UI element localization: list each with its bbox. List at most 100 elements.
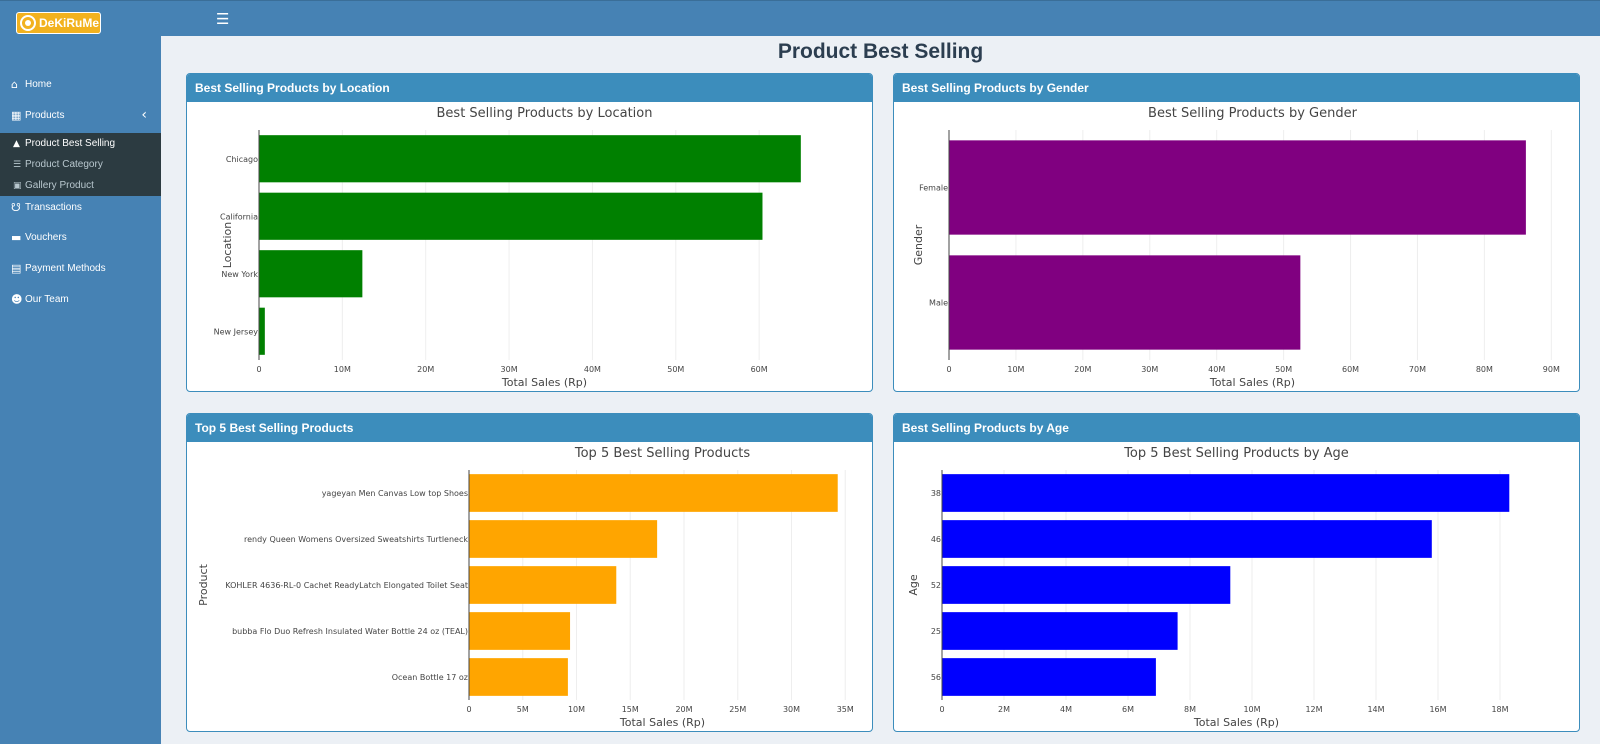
x-tick-label: 50M (1275, 365, 1292, 374)
x-tick-label: 10M (334, 365, 351, 374)
x-tick-label: 10M (1007, 365, 1024, 374)
x-tick-label: 40M (584, 365, 601, 374)
page-title: Product Best Selling (777, 40, 984, 63)
bar[interactable] (942, 520, 1432, 558)
sidebar-item-payment-methods[interactable]: ▤ Payment Methods (0, 254, 161, 282)
chevron-left-icon: ‹ (141, 107, 147, 123)
bar[interactable] (942, 474, 1510, 512)
y-tick-label: Male (929, 299, 948, 308)
x-axis-title: Total Sales (Rp) (619, 716, 705, 729)
x-tick-label: 18M (1491, 705, 1508, 714)
chart-title: Top 5 Best Selling Products (574, 446, 750, 461)
logo-text: DeKiRuMe (39, 16, 100, 30)
y-tick-label: yageyan Men Canvas Low top Shoes (322, 489, 468, 498)
sidebar-item-label: Vouchers (25, 231, 67, 243)
x-tick-label: 70M (1409, 365, 1426, 374)
x-tick-label: 4M (1060, 705, 1072, 714)
panel-location: Best Selling Products by Location Best S… (186, 73, 873, 392)
sidebar-item-vouchers[interactable]: ▬ Vouchers (0, 223, 161, 251)
submenu-item-label: Product Best Selling (25, 138, 116, 149)
bar[interactable] (259, 250, 363, 298)
sidebar-item-label: Transactions (25, 201, 82, 213)
top-navbar: DeKiRuMe ☰ (0, 0, 1600, 36)
x-tick-label: 90M (1543, 365, 1560, 374)
sidebar-item-label: Our Team (25, 293, 69, 305)
thumbs-up-icon: ▲ (13, 138, 20, 149)
bar[interactable] (259, 192, 763, 240)
ticket-icon: ▬ (11, 230, 22, 244)
bar[interactable] (469, 612, 571, 650)
bar[interactable] (259, 135, 801, 183)
y-tick-label: rendy Queen Womens Oversized Sweatshirts… (244, 535, 468, 544)
panel-header: Best Selling Products by Age (894, 414, 1579, 442)
x-tick-label: 12M (1305, 705, 1322, 714)
hamburger-icon[interactable]: ☰ (216, 10, 229, 28)
y-tick-label: KOHLER 4636-RL-0 Cachet ReadyLatch Elong… (225, 581, 468, 590)
users-icon: ☻ (11, 292, 23, 306)
list-icon: ☰ (13, 159, 22, 170)
x-tick-label: 60M (751, 365, 768, 374)
chart-title: Best Selling Products by Gender (1148, 106, 1358, 121)
y-tick-label: bubba Flo Duo Refresh Insulated Water Bo… (232, 627, 468, 636)
panel-top5-products: Top 5 Best Selling Products Top 5 Best S… (186, 413, 873, 732)
chart-top5-products[interactable]: Top 5 Best Selling Products 0 5M 10M 15M 20M 2… (187, 442, 872, 731)
x-tick-label: 15M (622, 705, 639, 714)
y-tick-label: 56 (931, 673, 941, 682)
sidebar-item-transactions[interactable]: ☋ Transactions (0, 193, 161, 221)
x-tick-label: 80M (1476, 365, 1493, 374)
home-icon: ⌂ (11, 77, 18, 91)
logo-mark-icon (20, 15, 36, 31)
bar[interactable] (942, 658, 1156, 696)
bar[interactable] (469, 474, 838, 512)
panel-header: Top 5 Best Selling Products (187, 414, 872, 442)
sidebar-item-products[interactable]: ▦ Products ‹ (0, 101, 161, 129)
chart-gender[interactable]: Best Selling Products by Gender 0 10M 20M 30… (894, 102, 1579, 391)
sidebar-item-home[interactable]: ⌂ Home (0, 70, 161, 98)
x-tick-label: 8M (1184, 705, 1196, 714)
x-tick-label: 0 (256, 365, 261, 374)
panel-age: Best Selling Products by Age Top 5 Best … (893, 413, 1580, 732)
x-tick-label: 14M (1367, 705, 1384, 714)
bar[interactable] (469, 520, 658, 558)
bar[interactable] (469, 658, 568, 696)
x-tick-label: 50M (667, 365, 684, 374)
bar[interactable] (469, 566, 617, 604)
y-tick-label: Chicago (226, 155, 258, 164)
y-tick-label: Female (919, 184, 948, 193)
image-icon: ▣ (13, 180, 22, 191)
sidebar-item-our-team[interactable]: ☻ Our Team (0, 285, 161, 313)
bar[interactable] (949, 140, 1526, 235)
sidebar-item-label: Products (25, 109, 65, 121)
x-tick-label: 25M (729, 705, 746, 714)
x-tick-label: 30M (783, 705, 800, 714)
sidebar-item-label: Home (25, 78, 52, 90)
sidebar: ⌂ Home ▦ Products ‹ ▲ Product Best Selli… (0, 36, 161, 744)
app-logo[interactable]: DeKiRuMe (16, 12, 101, 34)
x-tick-label: 5M (517, 705, 529, 714)
chart-location[interactable]: Best Selling Products by Location 0 10M 20M… (187, 102, 872, 391)
y-tick-label: New Jersey (214, 327, 259, 336)
submenu-item-label: Product Category (25, 159, 103, 170)
bar[interactable] (259, 307, 265, 355)
chart-title: Top 5 Best Selling Products by Age (1123, 446, 1349, 461)
panel-gender: Best Selling Products by Gender Best Sel… (893, 73, 1580, 392)
products-icon: ▦ (11, 108, 22, 122)
x-axis-title: Total Sales (Rp) (1193, 716, 1279, 729)
y-axis-title: Gender (912, 224, 925, 265)
chart-age[interactable]: Top 5 Best Selling Products by Age 0 2M 4M 6… (894, 442, 1579, 731)
y-tick-label: 25 (931, 627, 941, 636)
y-tick-label: California (220, 212, 258, 221)
submenu-item-product-category[interactable]: ☰ Product Category (0, 154, 161, 175)
chart-title: Best Selling Products by Location (437, 106, 653, 121)
bar[interactable] (942, 566, 1231, 604)
bar[interactable] (949, 255, 1301, 350)
x-tick-label: 35M (837, 705, 854, 714)
x-tick-label: 20M (1074, 365, 1091, 374)
credit-card-icon: ▤ (11, 261, 22, 275)
bar[interactable] (942, 612, 1178, 650)
x-tick-label: 6M (1122, 705, 1134, 714)
y-tick-label: 52 (931, 581, 941, 590)
x-tick-label: 40M (1208, 365, 1225, 374)
submenu-item-product-best-selling[interactable]: ▲ Product Best Selling (0, 133, 161, 154)
x-tick-label: 10M (568, 705, 585, 714)
